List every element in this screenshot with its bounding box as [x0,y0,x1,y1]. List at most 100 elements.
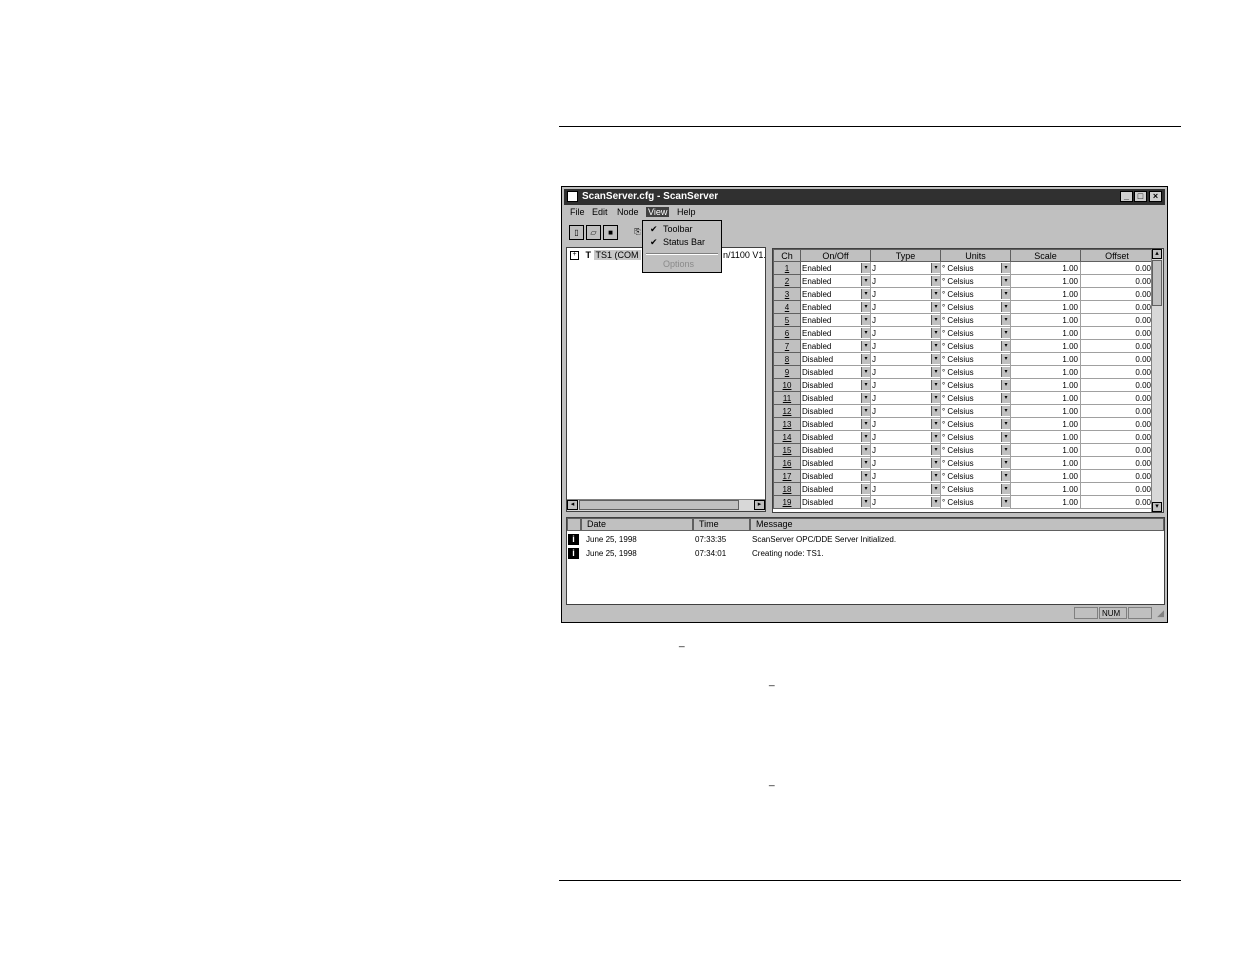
dropdown-arrow-icon[interactable]: ▾ [1001,497,1010,507]
dropdown-arrow-icon[interactable]: ▾ [931,484,940,494]
log-row[interactable]: i June 25, 1998 07:33:35 ScanServer OPC/DDE… [567,533,1164,546]
type-cell[interactable]: J ▾ [870,443,941,457]
scale-cell[interactable]: 1.00 [1010,300,1081,314]
dropdown-arrow-icon[interactable]: ▾ [931,419,940,429]
onoff-cell[interactable]: Disabled ▾ [800,430,871,444]
units-cell[interactable]: ° Celsius ▾ [940,274,1011,288]
scale-cell[interactable]: 1.00 [1010,456,1081,470]
channel-cell[interactable]: 5 [773,313,801,327]
save-icon[interactable]: ■ [603,225,618,240]
type-cell[interactable]: J ▾ [870,365,941,379]
channel-cell[interactable]: 9 [773,365,801,379]
units-cell[interactable]: ° Celsius ▾ [940,365,1011,379]
dropdown-arrow-icon[interactable]: ▾ [931,497,940,507]
dropdown-arrow-icon[interactable]: ▾ [931,289,940,299]
type-cell[interactable]: J ▾ [870,326,941,340]
onoff-cell[interactable]: Disabled ▾ [800,378,871,392]
dropdown-arrow-icon[interactable]: ▾ [931,276,940,286]
dropdown-arrow-icon[interactable]: ▾ [931,432,940,442]
onoff-cell[interactable]: Disabled ▾ [800,352,871,366]
units-cell[interactable]: ° Celsius ▾ [940,482,1011,496]
onoff-cell[interactable]: Enabled ▾ [800,287,871,301]
type-cell[interactable]: J ▾ [870,339,941,353]
dropdown-arrow-icon[interactable]: ▾ [931,341,940,351]
units-cell[interactable]: ° Celsius ▾ [940,326,1011,340]
scale-cell[interactable]: 1.00 [1010,339,1081,353]
units-cell[interactable]: ° Celsius ▾ [940,261,1011,275]
dropdown-arrow-icon[interactable]: ▾ [931,406,940,416]
scroll-thumb[interactable] [1152,260,1162,306]
units-cell[interactable]: ° Celsius ▾ [940,313,1011,327]
dropdown-arrow-icon[interactable]: ▾ [861,380,870,390]
dropdown-arrow-icon[interactable]: ▾ [861,276,870,286]
offset-cell[interactable]: 0.00 [1080,456,1154,470]
scale-cell[interactable]: 1.00 [1010,430,1081,444]
channel-cell[interactable]: 16 [773,456,801,470]
app-icon[interactable] [567,191,578,202]
scale-cell[interactable]: 1.00 [1010,417,1081,431]
scale-cell[interactable]: 1.00 [1010,378,1081,392]
dropdown-arrow-icon[interactable]: ▾ [861,484,870,494]
offset-cell[interactable]: 0.00 [1080,495,1154,509]
channel-cell[interactable]: 11 [773,391,801,405]
onoff-cell[interactable]: Enabled ▾ [800,339,871,353]
dropdown-arrow-icon[interactable]: ▾ [931,263,940,273]
scroll-down-icon[interactable]: ▾ [1152,502,1162,512]
col-header-ch[interactable]: Ch [773,249,801,262]
type-cell[interactable]: J ▾ [870,391,941,405]
onoff-cell[interactable]: Disabled ▾ [800,469,871,483]
type-cell[interactable]: J ▾ [870,313,941,327]
dropdown-arrow-icon[interactable]: ▾ [1001,263,1010,273]
onoff-cell[interactable]: Enabled ▾ [800,274,871,288]
units-cell[interactable]: ° Celsius ▾ [940,456,1011,470]
channel-cell[interactable]: 17 [773,469,801,483]
dropdown-arrow-icon[interactable]: ▾ [931,315,940,325]
type-cell[interactable]: J ▾ [870,469,941,483]
dropdown-arrow-icon[interactable]: ▾ [861,497,870,507]
dropdown-arrow-icon[interactable]: ▾ [1001,484,1010,494]
channel-cell[interactable]: 1 [773,261,801,275]
dropdown-arrow-icon[interactable]: ▾ [861,458,870,468]
dropdown-arrow-icon[interactable]: ▾ [861,263,870,273]
scale-cell[interactable]: 1.00 [1010,326,1081,340]
onoff-cell[interactable]: Disabled ▾ [800,391,871,405]
onoff-cell[interactable]: Enabled ▾ [800,326,871,340]
offset-cell[interactable]: 0.00 [1080,378,1154,392]
units-cell[interactable]: ° Celsius ▾ [940,469,1011,483]
menu-item-status-bar[interactable]: ✔ Status Bar [643,236,721,249]
type-cell[interactable]: J ▾ [870,456,941,470]
channel-cell[interactable]: 7 [773,339,801,353]
dropdown-arrow-icon[interactable]: ▾ [931,367,940,377]
dropdown-arrow-icon[interactable]: ▾ [861,419,870,429]
scale-cell[interactable]: 1.00 [1010,391,1081,405]
onoff-cell[interactable]: Disabled ▾ [800,417,871,431]
units-cell[interactable]: ° Celsius ▾ [940,404,1011,418]
dropdown-arrow-icon[interactable]: ▾ [861,315,870,325]
onoff-cell[interactable]: Enabled ▾ [800,300,871,314]
col-header-scale[interactable]: Scale [1010,249,1081,262]
offset-cell[interactable]: 0.00 [1080,482,1154,496]
offset-cell[interactable]: 0.00 [1080,404,1154,418]
units-cell[interactable]: ° Celsius ▾ [940,339,1011,353]
units-cell[interactable]: ° Celsius ▾ [940,430,1011,444]
dropdown-arrow-icon[interactable]: ▾ [931,471,940,481]
menu-node[interactable]: Node [615,207,641,217]
offset-cell[interactable]: 0.00 [1080,352,1154,366]
units-cell[interactable]: ° Celsius ▾ [940,417,1011,431]
scale-cell[interactable]: 1.00 [1010,495,1081,509]
dropdown-arrow-icon[interactable]: ▾ [1001,289,1010,299]
dropdown-arrow-icon[interactable]: ▾ [861,432,870,442]
open-folder-icon[interactable]: ▱ [586,225,601,240]
dropdown-arrow-icon[interactable]: ▾ [861,289,870,299]
channel-cell[interactable]: 4 [773,300,801,314]
menu-file[interactable]: File [568,207,587,217]
col-header-type[interactable]: Type [870,249,941,262]
dropdown-arrow-icon[interactable]: ▾ [1001,419,1010,429]
minimize-button[interactable]: _ [1120,191,1133,202]
dropdown-arrow-icon[interactable]: ▾ [931,354,940,364]
offset-cell[interactable]: 0.00 [1080,287,1154,301]
channel-cell[interactable]: 2 [773,274,801,288]
dropdown-arrow-icon[interactable]: ▾ [861,341,870,351]
type-cell[interactable]: J ▾ [870,287,941,301]
onoff-cell[interactable]: Disabled ▾ [800,482,871,496]
